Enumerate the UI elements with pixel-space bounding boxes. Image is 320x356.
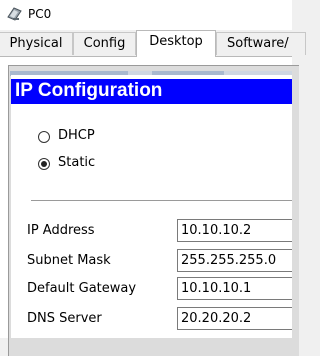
title-bar: PC0 xyxy=(0,0,292,30)
window-title: PC0 xyxy=(28,7,52,21)
subnet-mask-label: Subnet Mask xyxy=(27,253,111,268)
ip-address-input[interactable]: 10.10.10.2 xyxy=(177,219,292,242)
desktop-tab-content: IP Configuration DHCP Static IP Address … xyxy=(0,57,299,356)
dns-server-label: DNS Server xyxy=(27,311,102,326)
ip-configuration-panel: IP Configuration DHCP Static IP Address … xyxy=(11,75,292,338)
tab-config[interactable]: Config xyxy=(73,32,136,55)
tab-desktop[interactable]: Desktop xyxy=(136,30,216,57)
panel-header: IP Configuration xyxy=(11,79,292,104)
section-divider xyxy=(31,200,292,201)
tab-bar: Physical Config Desktop Software/ xyxy=(0,30,306,57)
subnet-mask-input[interactable]: 255.255.255.0 xyxy=(177,249,292,272)
static-radio[interactable] xyxy=(38,158,50,170)
default-gateway-label: Default Gateway xyxy=(27,281,137,296)
static-label[interactable]: Static xyxy=(58,155,95,170)
tab-software[interactable]: Software/ xyxy=(216,32,306,55)
panel-title: IP Configuration xyxy=(15,80,163,101)
pc-app-icon xyxy=(7,7,22,21)
ip-address-label: IP Address xyxy=(27,223,95,238)
dhcp-radio[interactable] xyxy=(38,131,50,143)
default-gateway-input[interactable]: 10.10.10.1 xyxy=(177,277,292,300)
tab-physical[interactable]: Physical xyxy=(0,32,73,55)
dns-server-input[interactable]: 20.20.20.2 xyxy=(177,307,292,330)
dhcp-label[interactable]: DHCP xyxy=(58,128,95,143)
